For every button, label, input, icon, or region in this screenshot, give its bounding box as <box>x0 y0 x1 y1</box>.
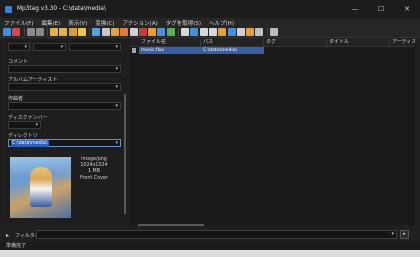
title-bar: Mp3tag v3.30 - C:\data\media\ — ☐ ✕ <box>0 0 420 18</box>
column-header-path[interactable]: パス <box>201 39 264 47</box>
directory-value: C:\data\media\ <box>11 140 49 147</box>
app-window: Mp3tag v3.30 - C:\data\media\ — ☐ ✕ ファイル… <box>0 0 420 257</box>
menu-file[interactable]: ファイル(F) <box>0 19 37 27</box>
file-list-scrollbar[interactable] <box>138 224 204 226</box>
column-header-title[interactable]: タイトル <box>327 39 390 47</box>
menu-actions[interactable]: アクション(A) <box>118 19 161 27</box>
web-source-icon[interactable] <box>227 28 236 36</box>
filter-apply-button[interactable]: ▸ <box>400 230 409 239</box>
minimize-button[interactable]: — <box>342 0 368 18</box>
directory-input[interactable]: C:\data\media\ ▾ <box>8 139 121 147</box>
comment-field: コメント ▾ <box>8 59 121 73</box>
convert-icon[interactable] <box>208 28 217 36</box>
app-icon <box>5 5 12 13</box>
convert-icon[interactable] <box>190 28 199 36</box>
menu-convert[interactable]: 変換(C) <box>91 19 118 27</box>
convert-icon[interactable] <box>181 28 190 36</box>
web-source-icon[interactable] <box>255 28 264 36</box>
file-list-header: ファイル名 パス タグ タイトル アーティスト <box>130 39 415 47</box>
cover-art-image[interactable] <box>10 157 71 218</box>
open-folder-icon[interactable] <box>50 28 59 36</box>
cover-art-figure <box>30 167 52 207</box>
directory-field: ディレクトリ C:\data\media\ ▾ <box>8 133 121 147</box>
toolbar-divider <box>23 28 25 36</box>
action-icon[interactable] <box>148 28 157 36</box>
action-icon[interactable] <box>218 28 227 36</box>
favorite-icon[interactable] <box>78 28 87 36</box>
tag-panel-scrollbar[interactable] <box>124 94 126 214</box>
convert-icon[interactable] <box>236 28 245 36</box>
tag-field-row-top: ▾ ▾ ▾ <box>8 43 121 51</box>
status-text: 準備完了 <box>6 243 27 249</box>
action-icon[interactable] <box>138 28 147 36</box>
toolbar-divider <box>89 28 91 36</box>
cover-type: Front Cover <box>80 175 108 181</box>
disc-number-input[interactable]: ▾ <box>8 121 41 129</box>
genre-combo[interactable]: ▾ <box>33 43 66 51</box>
action-icon[interactable] <box>120 28 129 36</box>
menu-view[interactable]: 表示(V) <box>64 19 91 27</box>
search-icon[interactable] <box>269 28 278 36</box>
add-folder-icon[interactable] <box>59 28 68 36</box>
convert-icon[interactable] <box>101 28 110 36</box>
cell-title <box>327 47 390 54</box>
maximize-button[interactable]: ☐ <box>368 0 394 18</box>
web-source-icon[interactable] <box>157 28 166 36</box>
comment-input[interactable]: ▾ <box>8 65 121 73</box>
convert-icon[interactable] <box>199 28 208 36</box>
menu-tag-sources[interactable]: タグを取得(S) <box>162 19 205 27</box>
remove-tag-icon[interactable] <box>12 28 21 36</box>
year-combo[interactable]: ▾ <box>69 43 121 51</box>
redo-icon[interactable] <box>35 28 44 36</box>
close-button[interactable]: ✕ <box>394 0 420 18</box>
menu-edit[interactable]: 編集(E) <box>37 19 64 27</box>
filter-toggle-icon[interactable]: ▸ <box>6 232 9 239</box>
options-icon[interactable] <box>92 28 101 36</box>
album-artist-field: アルバムアーティスト ▾ <box>8 77 121 91</box>
composer-field: 作曲者 ▾ <box>8 96 121 110</box>
desktop-strip <box>0 250 420 257</box>
convert-icon[interactable] <box>129 28 138 36</box>
cell-filename: music.flac <box>139 47 201 54</box>
window-controls: — ☐ ✕ <box>342 0 420 18</box>
filter-label: フィルタ: <box>15 233 37 239</box>
action-icon[interactable] <box>246 28 255 36</box>
audio-file-icon <box>132 48 136 53</box>
cell-artist <box>390 47 415 54</box>
column-header-tag[interactable]: タグ <box>264 39 327 47</box>
toolbar-divider <box>266 28 268 36</box>
cover-art-info: image/png 1024x1024 1 MB Front Cover <box>71 157 117 182</box>
action-icon[interactable] <box>110 28 119 36</box>
window-title: Mp3tag v3.30 - C:\data\media\ <box>17 6 106 12</box>
album-artist-input[interactable]: ▾ <box>8 83 121 91</box>
playlist-icon[interactable] <box>68 28 77 36</box>
disc-number-field: ディスクナンバー ▾ <box>8 115 121 129</box>
undo-icon[interactable] <box>26 28 35 36</box>
menu-bar: ファイル(F) 編集(E) 表示(V) 変換(C) アクション(A) タグを取得… <box>0 18 420 27</box>
column-header-artist[interactable]: アーティスト <box>390 39 415 47</box>
table-row[interactable]: music.flac C:\data\media\ <box>130 47 415 54</box>
save-icon[interactable] <box>3 28 11 36</box>
status-bar: 準備完了 <box>0 242 420 250</box>
composer-input[interactable]: ▾ <box>8 102 121 110</box>
cell-path: C:\data\media\ <box>201 47 264 54</box>
menu-help[interactable]: ヘルプ(H) <box>205 19 238 27</box>
cell-tag <box>264 47 327 54</box>
web-source-icon[interactable] <box>166 28 175 36</box>
toolbar-divider <box>178 28 180 36</box>
toolbar <box>0 27 420 38</box>
file-list: ファイル名 パス タグ タイトル アーティスト music.flac C:\da… <box>130 39 415 225</box>
toolbar-divider <box>47 28 49 36</box>
filter-input[interactable]: ▾ <box>36 230 397 239</box>
column-header-filename[interactable]: ファイル名 <box>139 39 201 47</box>
track-combo[interactable]: ▾ <box>8 43 30 51</box>
